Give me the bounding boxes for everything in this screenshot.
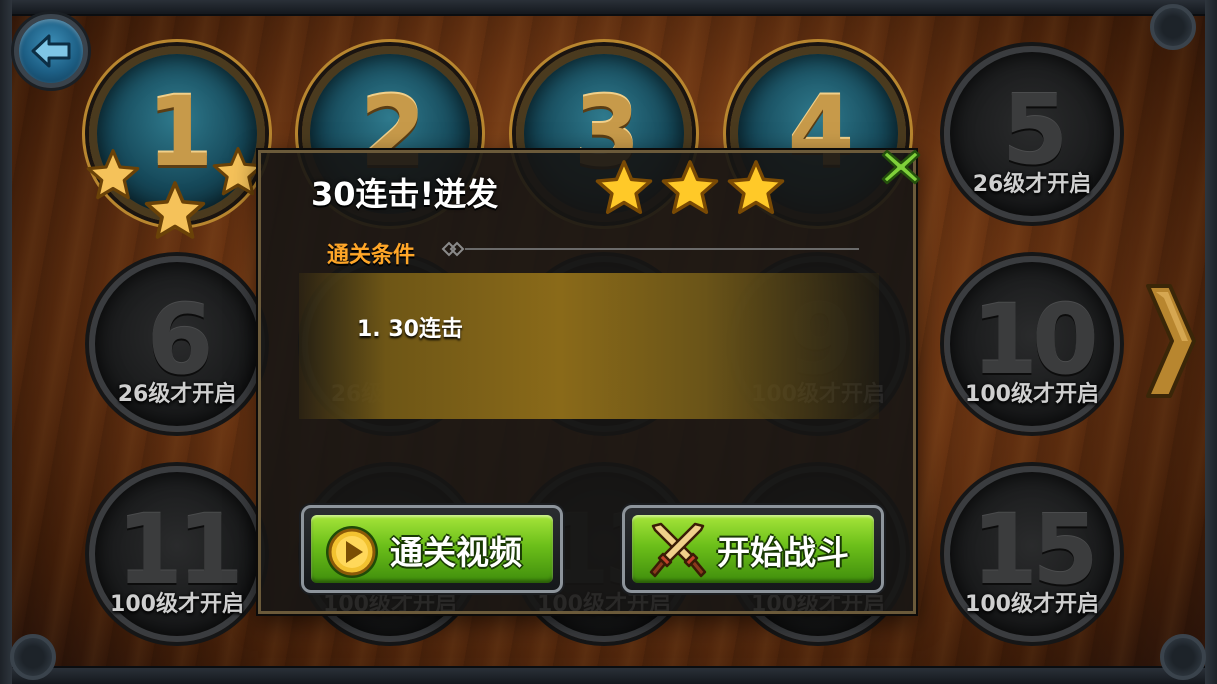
frame-left-border — [0, 0, 12, 684]
level-unlock-requirement: 100级才开启 — [110, 592, 244, 617]
dialog-title: 30连击!迸发 — [311, 175, 499, 213]
level-number: 11 — [116, 494, 244, 606]
level-star-icon — [144, 181, 206, 239]
video-button-label: 通关视频 — [390, 533, 522, 572]
level-number: 5 — [1001, 74, 1069, 186]
level-node-6[interactable]: 6 26级才开启 — [89, 256, 265, 432]
crossed-swords-icon — [649, 522, 707, 578]
level-unlock-requirement: 26级才开启 — [972, 172, 1092, 197]
level-node-11[interactable]: 11 100级才开启 — [89, 466, 265, 642]
level-number: 6 — [146, 284, 214, 396]
corner-ornament — [10, 634, 56, 680]
chevron-right-icon[interactable] — [1142, 282, 1198, 400]
level-info-dialog: 30连击!迸发 通关条件 1. 30连击 通关视频 开始战斗 — [258, 149, 921, 614]
start-button-label: 开始战斗 — [717, 533, 849, 572]
level-unlock-requirement: 100级才开启 — [965, 592, 1099, 617]
level-unlock-requirement: 26级才开启 — [117, 382, 237, 407]
level-number: 15 — [971, 494, 1099, 606]
back-arrow-icon — [31, 34, 71, 68]
corner-ornament — [1160, 634, 1206, 680]
rating-star-icon — [595, 160, 653, 214]
level-number: 10 — [971, 284, 1099, 396]
header-divider — [441, 241, 859, 257]
clear-video-button[interactable]: 通关视频 — [301, 505, 563, 593]
corner-ornament — [1150, 4, 1196, 50]
rating-star-icon — [661, 160, 719, 214]
level-node-5[interactable]: 5 26级才开启 — [944, 46, 1120, 222]
start-battle-button[interactable]: 开始战斗 — [622, 505, 884, 593]
level-unlock-requirement: 100级才开启 — [965, 382, 1099, 407]
level-node-10[interactable]: 10 100级才开启 — [944, 256, 1120, 432]
condition-item: 1. 30连击 — [357, 317, 463, 342]
frame-top-border — [0, 0, 1217, 16]
level-star-icon — [86, 149, 140, 200]
frame-bottom-border — [0, 666, 1217, 684]
level-star-icon — [212, 147, 264, 196]
conditions-panel — [299, 273, 879, 419]
back-button[interactable] — [14, 14, 88, 88]
level-select-screen: 1234526级才开启626级才开启726级才开启8100级才开启9100级才开… — [0, 0, 1217, 684]
play-icon — [326, 526, 378, 578]
conditions-header: 通关条件 — [327, 243, 416, 268]
rating-star-icon — [727, 160, 785, 214]
level-node-15[interactable]: 15 100级才开启 — [944, 466, 1120, 642]
frame-right-border — [1205, 0, 1217, 684]
close-x-icon[interactable] — [879, 145, 923, 189]
